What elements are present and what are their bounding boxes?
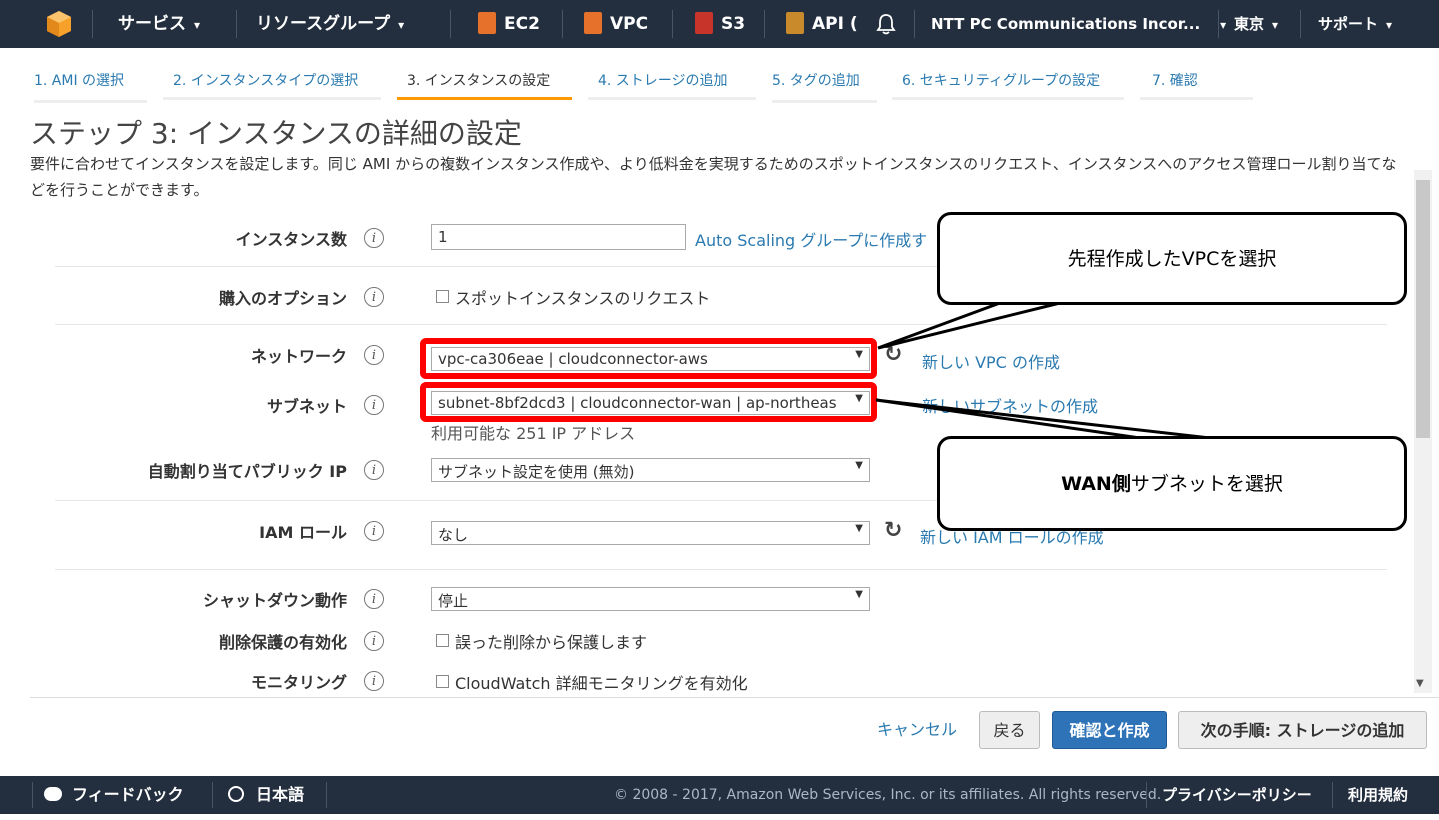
scroll-down-arrow-icon[interactable]: ▼ [1416, 678, 1424, 689]
back-button[interactable]: 戻る [979, 711, 1040, 749]
next-storage-button[interactable]: 次の手順: ストレージの追加 [1178, 711, 1427, 749]
wan-subnet-callout: WAN側サブネットを選択 [937, 436, 1407, 531]
language-link[interactable]: 日本語 [228, 776, 304, 814]
speech-bubble-icon [44, 787, 62, 801]
feedback-link[interactable]: フィードバック [44, 776, 184, 814]
review-and-launch-button[interactable]: 確認と作成 [1052, 711, 1167, 749]
terms-link[interactable]: 利用規約 [1348, 776, 1408, 814]
cancel-button[interactable]: キャンセル [866, 711, 968, 749]
vpc-callout: 先程作成したVPCを選択 [937, 212, 1407, 305]
globe-icon [228, 786, 244, 802]
copyright-text: © 2008 - 2017, Amazon Web Services, Inc.… [614, 787, 1162, 803]
privacy-policy-link[interactable]: プライバシーポリシー [1162, 776, 1312, 814]
scrollbar-thumb[interactable] [1416, 180, 1430, 438]
footer-bar: フィードバック 日本語 © 2008 - 2017, Amazon Web Se… [0, 776, 1439, 814]
